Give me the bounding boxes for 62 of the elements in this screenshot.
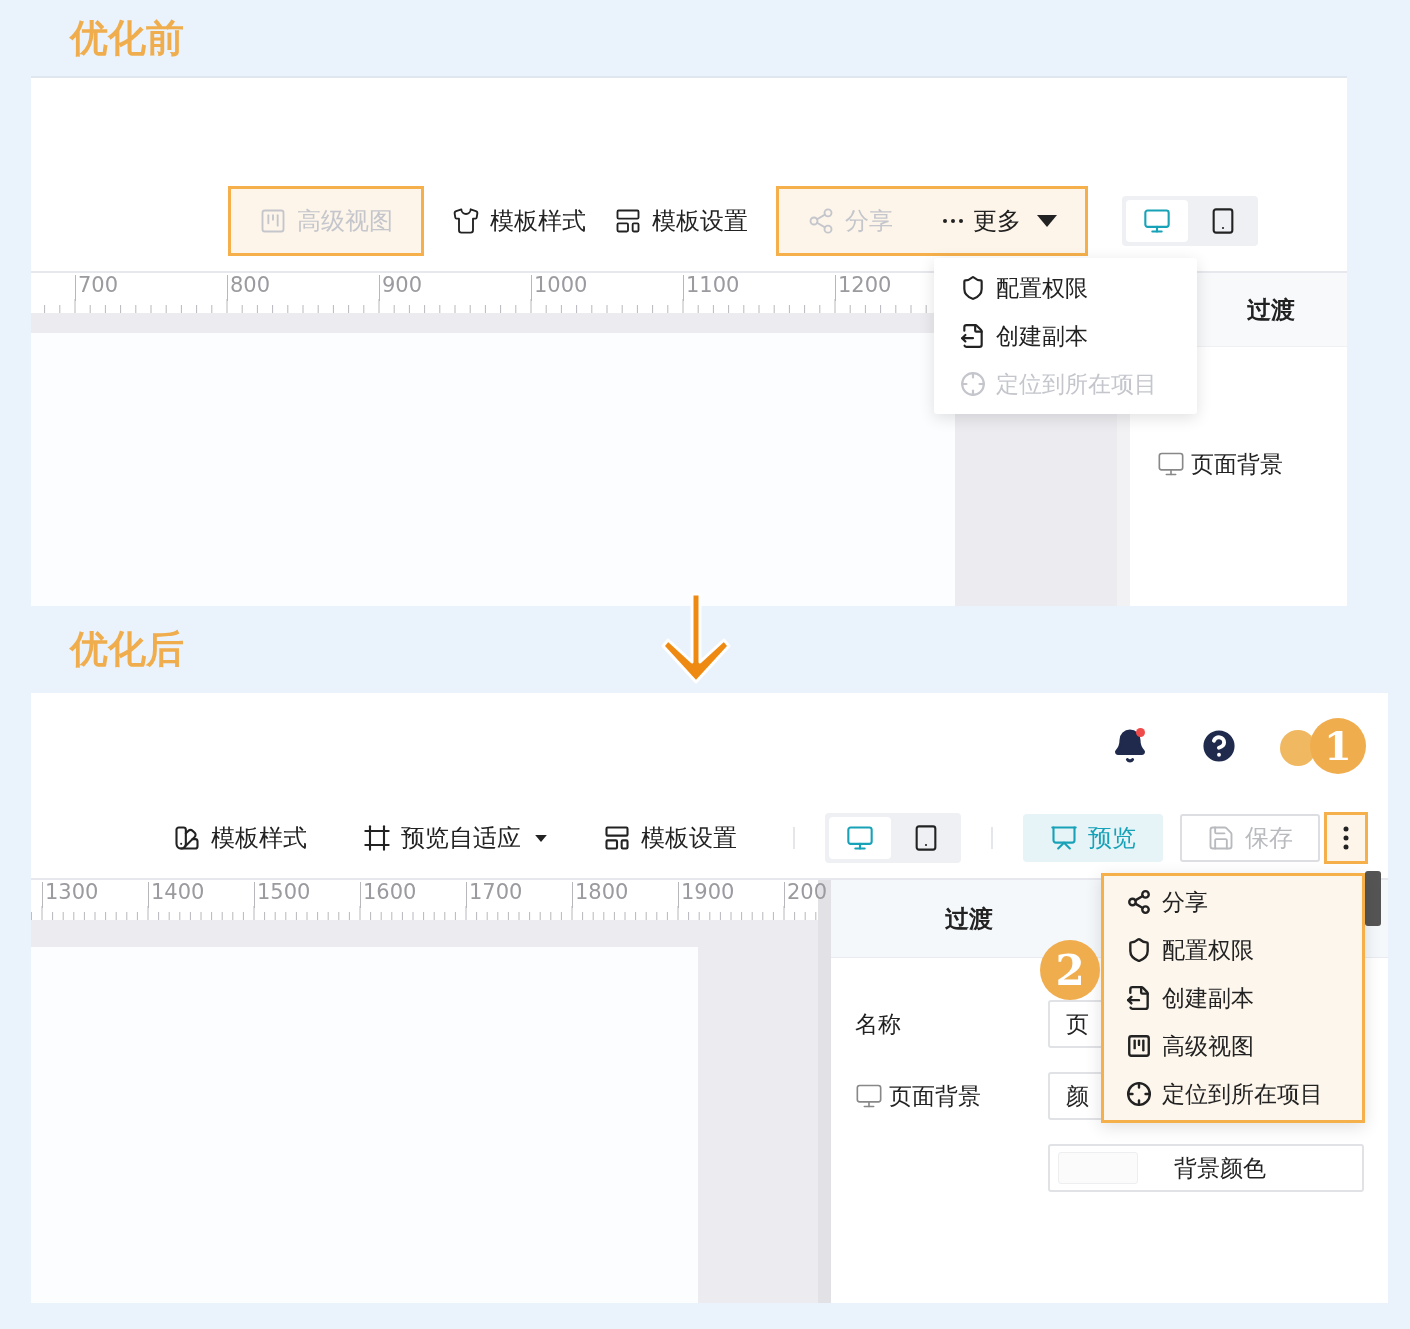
monitor-icon <box>846 824 874 852</box>
toolbar-button[interactable]: 模板样式 <box>452 203 586 239</box>
ruler-label: 1100 <box>683 275 740 301</box>
share-icon <box>807 207 835 235</box>
tree-view-icon <box>259 207 287 235</box>
field-label: 名称 <box>855 1009 901 1039</box>
ruler-label: 1800 <box>572 882 629 908</box>
shield-icon <box>1126 937 1152 963</box>
section-heading: 优化后 <box>70 626 184 673</box>
menu-item[interactable]: 创建副本 <box>1104 974 1362 1022</box>
copy-icon <box>960 323 986 349</box>
fit-icon <box>363 824 391 852</box>
caret-icon <box>1037 215 1057 227</box>
caret-icon <box>535 834 547 842</box>
ruler-label: 1700 <box>466 882 523 908</box>
monitor-icon <box>1143 207 1171 235</box>
more-icon <box>943 219 963 223</box>
toolbar-button[interactable]: 模板设置 <box>603 820 737 856</box>
menu-item[interactable]: 定位到所在项目 <box>1104 1070 1362 1118</box>
toolbar-button[interactable]: 模板设置 <box>614 203 748 239</box>
crosshair-icon <box>1126 1081 1152 1107</box>
more-icon <box>1343 826 1349 850</box>
bell-icon[interactable] <box>1112 727 1148 764</box>
menu-item[interactable]: 配置权限 <box>934 264 1197 312</box>
template-settings-icon <box>614 207 642 235</box>
row-label: 页面背景 <box>1191 450 1283 479</box>
toolbar-button[interactable]: 更多 <box>943 203 1057 239</box>
menu-item[interactable]: 分享 <box>1104 878 1362 926</box>
menu-item[interactable]: 配置权限 <box>1104 926 1362 974</box>
panel-title: 过渡 <box>1247 294 1295 326</box>
menu-item[interactable]: 创建副本 <box>934 312 1197 360</box>
shield-icon <box>960 275 986 301</box>
monitor-icon <box>855 1082 883 1110</box>
ruler-label: 1000 <box>531 275 588 301</box>
crosshair-icon <box>960 371 986 397</box>
scrollbar <box>1365 871 1381 926</box>
toolbar-button[interactable]: 预览自适应 <box>363 820 547 856</box>
ruler-label: 700 <box>75 275 119 301</box>
ruler-label: 900 <box>379 275 423 301</box>
share-icon <box>1126 889 1152 915</box>
toolbar-button[interactable]: 模板样式 <box>173 820 307 856</box>
shirt-icon <box>452 207 480 235</box>
menu-item[interactable]: 高级视图 <box>1104 1022 1362 1070</box>
ruler-label: 1500 <box>254 882 311 908</box>
tree-view-icon <box>1126 1033 1152 1059</box>
save-icon <box>1207 824 1235 852</box>
style-icon <box>173 824 201 852</box>
presentation-icon <box>1050 824 1078 852</box>
ruler-label: 1200 <box>835 275 892 301</box>
ruler-label: 1900 <box>678 882 735 908</box>
step-badge: 1 <box>1310 717 1366 774</box>
ruler-label: 1400 <box>148 882 205 908</box>
color-button[interactable]: 背景颜色 <box>1048 1144 1364 1192</box>
ruler-label: 1600 <box>360 882 417 908</box>
more-button[interactable] <box>1324 812 1368 864</box>
section-heading: 优化前 <box>70 14 184 62</box>
field-label: 页面背景 <box>889 1081 981 1111</box>
ruler-label: 800 <box>227 275 271 301</box>
copy-icon <box>1126 985 1152 1011</box>
panel-title: 过渡 <box>944 903 994 935</box>
ruler-label: 1300 <box>42 882 99 908</box>
template-settings-icon <box>603 824 631 852</box>
